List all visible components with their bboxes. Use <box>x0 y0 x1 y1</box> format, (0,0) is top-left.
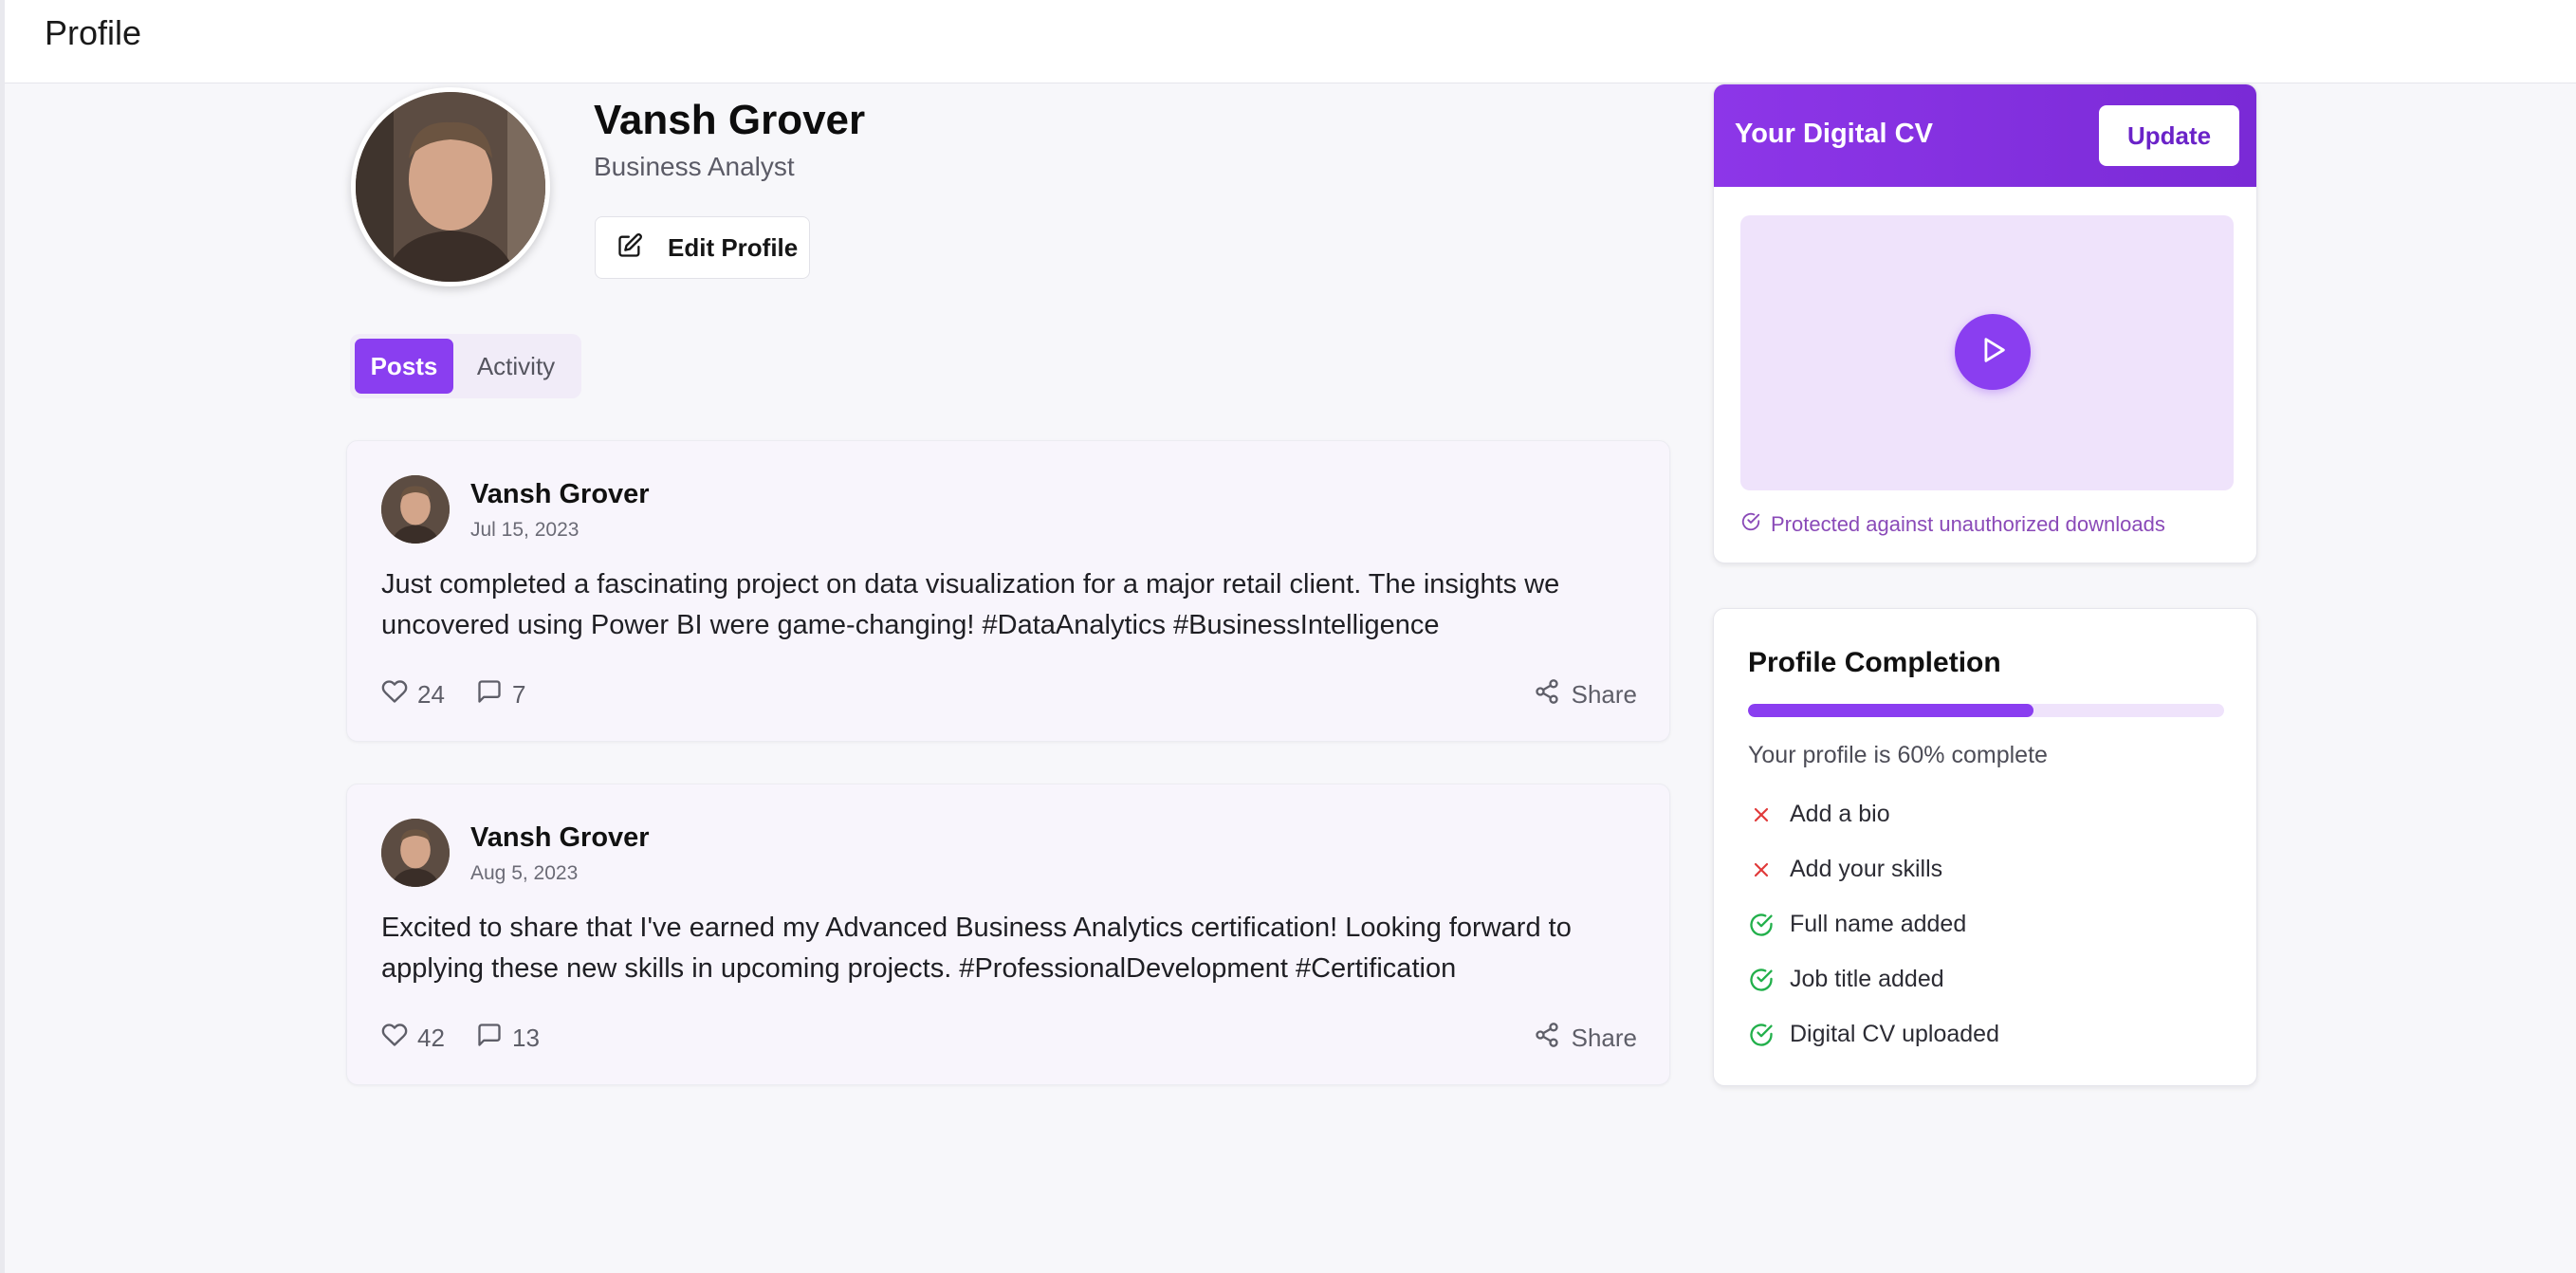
tab-activity[interactable]: Activity <box>459 339 573 394</box>
heart-icon <box>381 1022 408 1055</box>
comment-button[interactable]: 7 <box>476 678 525 711</box>
cv-title: Your Digital CV <box>1735 119 1933 149</box>
share-label: Share <box>1571 680 1637 709</box>
play-icon <box>1977 334 2009 371</box>
share-button[interactable]: Share <box>1534 678 1637 711</box>
share-icon <box>1534 1022 1560 1055</box>
page-title: Profile <box>45 13 142 52</box>
cv-video-player[interactable] <box>1740 215 2234 490</box>
checklist-label: Job title added <box>1790 966 1944 992</box>
like-count: 24 <box>417 680 445 709</box>
check-circle-icon <box>1748 967 1775 993</box>
comment-icon <box>476 678 503 711</box>
checklist-item-job-title: Job title added <box>1748 966 1944 993</box>
left-rail <box>0 0 5 1273</box>
post-author: Vansh Grover <box>470 479 650 509</box>
x-icon <box>1748 802 1775 828</box>
profile-completion-card: Profile Completion Your profile is 60% c… <box>1713 608 2257 1086</box>
checklist-item-full-name: Full name added <box>1748 911 1966 938</box>
post-date: Jul 15, 2023 <box>470 519 580 541</box>
comment-icon <box>476 1022 503 1055</box>
completion-progress-bar <box>1748 704 2224 717</box>
update-cv-button[interactable]: Update <box>2099 105 2239 166</box>
protected-note-text: Protected against unauthorized downloads <box>1771 512 2165 536</box>
checklist-item-bio: Add a bio <box>1748 801 1890 828</box>
checklist-label: Digital CV uploaded <box>1790 1021 1999 1047</box>
edit-profile-label: Edit Profile <box>668 232 799 262</box>
edit-profile-button[interactable]: Edit Profile <box>595 216 810 279</box>
checklist-label: Full name added <box>1790 911 1967 937</box>
like-count: 42 <box>417 1024 445 1052</box>
content-tabs: Posts Activity <box>350 334 581 398</box>
completion-title: Profile Completion <box>1748 647 2001 678</box>
checklist-label: Add your skills <box>1790 856 1943 882</box>
post-avatar <box>381 819 450 887</box>
share-button[interactable]: Share <box>1534 1022 1637 1055</box>
like-button[interactable]: 24 <box>381 678 445 711</box>
play-button[interactable] <box>1955 314 2031 390</box>
post-avatar <box>381 475 450 544</box>
check-circle-icon <box>1748 912 1775 938</box>
cv-card-header: Your Digital CV Update <box>1714 84 2256 187</box>
avatar-photo <box>356 92 545 282</box>
post-text: Excited to share that I've earned my Adv… <box>381 913 1572 984</box>
comment-count: 13 <box>512 1024 540 1052</box>
post-date: Aug 5, 2023 <box>470 862 579 884</box>
share-label: Share <box>1571 1024 1637 1052</box>
comment-count: 7 <box>512 680 526 709</box>
check-circle-icon <box>1748 1022 1775 1048</box>
checklist-item-skills: Add your skills <box>1748 856 1942 883</box>
checklist-label: Add a bio <box>1790 801 1890 827</box>
check-circle-icon <box>1740 511 1761 538</box>
share-icon <box>1534 678 1560 711</box>
post-card: Vansh Grover Jul 15, 2023 Just completed… <box>346 440 1670 742</box>
post-card: Vansh Grover Aug 5, 2023 Excited to shar… <box>346 784 1670 1085</box>
heart-icon <box>381 678 408 711</box>
x-icon <box>1748 857 1775 883</box>
completion-progress-fill <box>1748 704 2034 717</box>
top-bar: Profile <box>5 0 2576 83</box>
protected-note: Protected against unauthorized downloads <box>1740 511 2165 538</box>
post-author: Vansh Grover <box>470 822 650 853</box>
profile-name: Vansh Grover <box>594 97 866 143</box>
post-text: Just completed a fascinating project on … <box>381 569 1560 640</box>
profile-avatar <box>351 87 550 286</box>
digital-cv-card: Your Digital CV Update Protected against… <box>1713 83 2257 563</box>
checklist-item-digital-cv: Digital CV uploaded <box>1748 1021 1999 1048</box>
like-button[interactable]: 42 <box>381 1022 445 1055</box>
tab-posts[interactable]: Posts <box>355 339 453 394</box>
comment-button[interactable]: 13 <box>476 1022 540 1055</box>
profile-role: Business Analyst <box>594 152 795 181</box>
completion-percent-text: Your profile is 60% complete <box>1748 742 2048 768</box>
edit-square-icon <box>616 232 643 264</box>
